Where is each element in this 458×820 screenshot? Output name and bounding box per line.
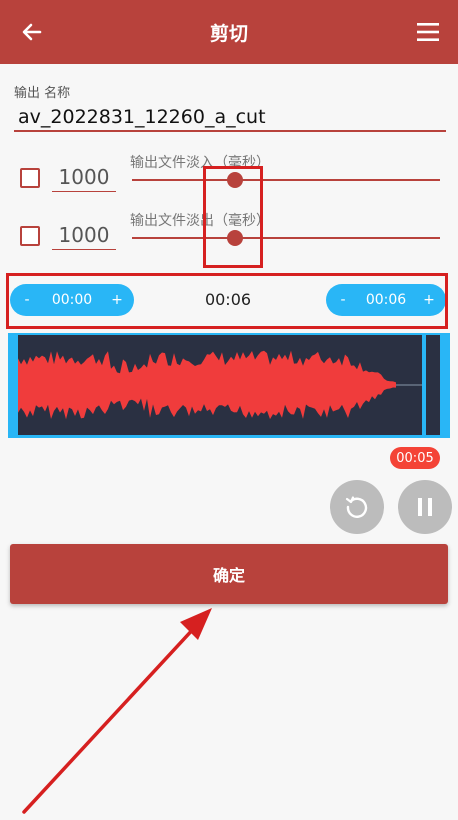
end-time: 00:06 <box>365 292 407 308</box>
back-arrow-icon <box>22 23 42 41</box>
fade-in-slider-thumb[interactable] <box>227 172 243 188</box>
output-name-input[interactable] <box>14 104 446 132</box>
fade-in-label: 输出文件淡入（毫秒） <box>130 155 270 171</box>
output-name-label: 输出 名称 <box>14 86 71 101</box>
waveform-graphic <box>18 335 426 435</box>
hamburger-menu-icon <box>417 23 439 41</box>
fade-out-slider-thumb[interactable] <box>227 230 243 246</box>
pause-icon <box>418 498 432 516</box>
menu-button[interactable] <box>410 16 446 48</box>
fade-in-checkbox[interactable] <box>20 168 40 188</box>
back-button[interactable] <box>14 16 50 48</box>
confirm-button[interactable]: 确定 <box>10 544 448 604</box>
page-title: 剪切 <box>209 22 248 45</box>
end-plus-button[interactable]: + <box>422 292 436 308</box>
waveform-selection[interactable] <box>8 333 450 438</box>
fade-out-slider-track[interactable] <box>132 237 440 239</box>
reset-button[interactable] <box>330 480 384 534</box>
playhead-time-badge: 00:05 <box>390 447 440 469</box>
pause-button[interactable] <box>398 480 452 534</box>
start-time-pill: - 00:00 + <box>10 284 134 316</box>
waveform-shape <box>18 350 396 420</box>
playhead-line[interactable] <box>422 335 426 435</box>
start-time: 00:00 <box>51 292 93 308</box>
waveform[interactable] <box>18 335 440 435</box>
reset-icon <box>345 496 368 518</box>
start-plus-button[interactable]: + <box>110 292 124 308</box>
fade-in-slider-track[interactable] <box>132 179 440 181</box>
duration-time: 00:06 <box>204 290 252 309</box>
fade-in-row: 输出文件淡入（毫秒） <box>0 152 458 204</box>
fade-out-label: 输出文件淡出（毫秒） <box>130 213 270 229</box>
time-controls: - 00:00 + 00:06 - 00:06 + <box>8 274 448 328</box>
fade-out-row: 输出文件淡出（毫秒） <box>0 210 458 262</box>
fade-in-ms-input[interactable] <box>52 162 116 192</box>
fade-out-checkbox[interactable] <box>20 226 40 246</box>
end-time-pill: - 00:06 + <box>326 284 446 316</box>
fade-out-ms-input[interactable] <box>52 220 116 250</box>
start-minus-button[interactable]: - <box>20 292 34 308</box>
end-minus-button[interactable]: - <box>336 292 350 308</box>
app-bar: 剪切 <box>0 0 458 64</box>
